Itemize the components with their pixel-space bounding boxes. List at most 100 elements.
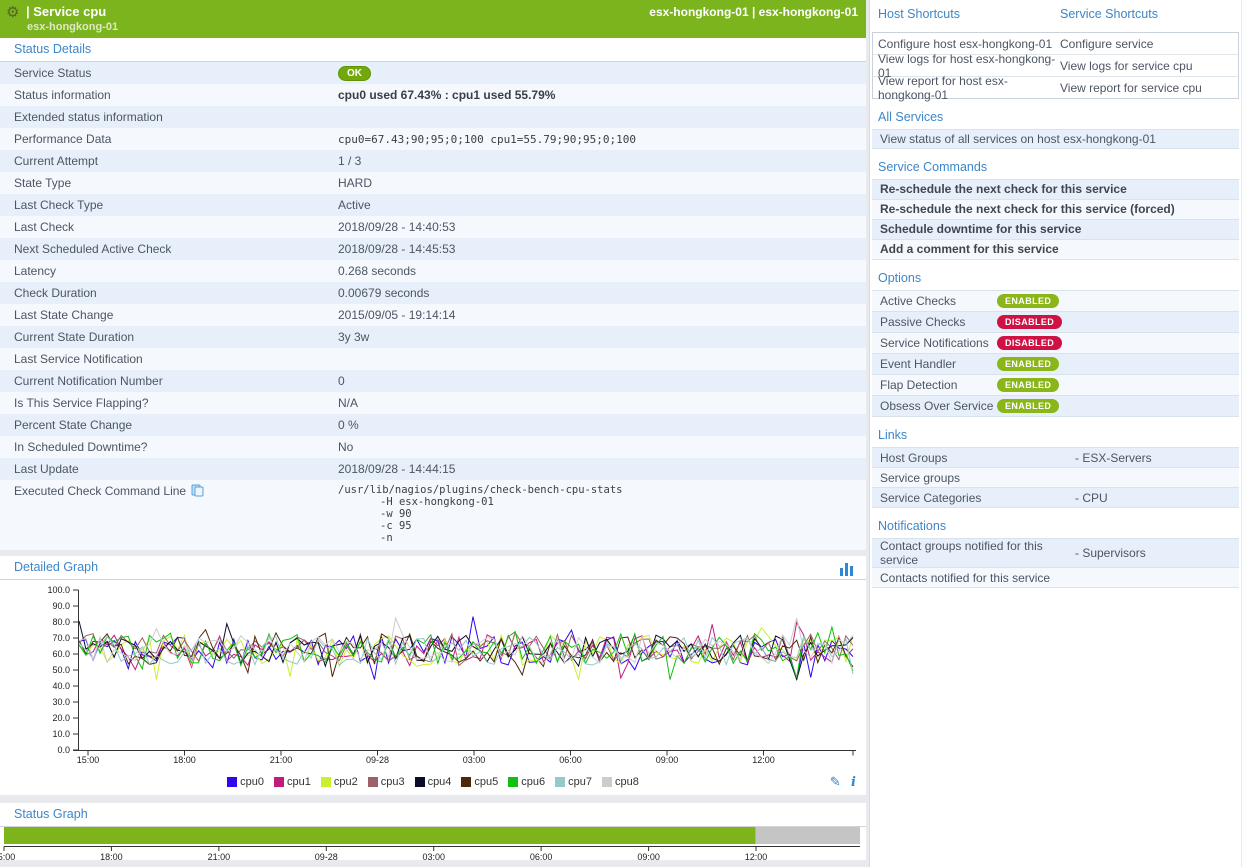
all-services-link[interactable]: View status of all services on host esx-… bbox=[872, 130, 1156, 148]
status-value: cpu0=67.43;90;95;0;100 cpu1=55.79;90;95;… bbox=[338, 133, 866, 146]
graph-actions: ✎ i bbox=[830, 774, 856, 790]
option-label: Passive Checks bbox=[872, 315, 997, 329]
shortcut-service-link[interactable]: Configure service bbox=[1060, 37, 1238, 51]
legend-swatch-cpu5 bbox=[461, 777, 471, 787]
status-label: Last Check Type bbox=[0, 198, 338, 212]
table-row: Is This Service Flapping?N/A bbox=[0, 392, 866, 414]
status-segment-ok bbox=[4, 827, 756, 844]
link-value[interactable]: - ESX-Servers bbox=[1075, 451, 1239, 465]
service-shortcuts-heading: Service Shortcuts bbox=[1060, 7, 1158, 21]
legend-swatch-cpu0 bbox=[227, 777, 237, 787]
link-value[interactable]: - CPU bbox=[1075, 491, 1239, 505]
links-table: Host Groups- ESX-ServersService groupsSe… bbox=[872, 447, 1239, 508]
table-row: Current Notification Number0 bbox=[0, 370, 866, 392]
legend-label: cpu4 bbox=[428, 776, 452, 788]
status-value: OK bbox=[338, 65, 866, 81]
option-label: Active Checks bbox=[872, 294, 997, 308]
options-heading: Options bbox=[878, 271, 1241, 285]
status-label: Next Scheduled Active Check bbox=[0, 242, 338, 256]
page-subtitle: esx-hongkong-01 bbox=[27, 21, 118, 33]
legend-item: cpu5 bbox=[461, 776, 498, 788]
clipboard-icon[interactable] bbox=[191, 484, 204, 497]
service-command-link[interactable]: Re-schedule the next check for this serv… bbox=[872, 180, 1127, 199]
option-state-badge[interactable]: ENABLED bbox=[997, 294, 1059, 308]
options-table: Active ChecksENABLEDPassive ChecksDISABL… bbox=[872, 290, 1239, 417]
status-label: Current Attempt bbox=[0, 154, 338, 168]
service-command-link[interactable]: Schedule downtime for this service bbox=[872, 220, 1081, 239]
svg-text:15:00: 15:00 bbox=[0, 852, 15, 860]
shortcut-host-link[interactable]: Configure host esx-hongkong-01 bbox=[873, 37, 1060, 51]
status-label: Performance Data bbox=[0, 132, 338, 146]
svg-text:15:00: 15:00 bbox=[77, 755, 100, 765]
option-state-badge[interactable]: ENABLED bbox=[997, 378, 1059, 392]
svg-text:09:00: 09:00 bbox=[656, 755, 679, 765]
section-divider bbox=[0, 795, 866, 803]
service-commands-heading: Service Commands bbox=[878, 160, 1241, 174]
status-label: In Scheduled Downtime? bbox=[0, 440, 338, 454]
svg-text:21:00: 21:00 bbox=[270, 755, 293, 765]
status-badge: OK bbox=[338, 66, 371, 81]
table-row: View status of all services on host esx-… bbox=[872, 129, 1239, 149]
command-line: -w 90 bbox=[338, 508, 866, 520]
table-row: Current State Duration3y 3w bbox=[0, 326, 866, 348]
legend-swatch-cpu1 bbox=[274, 777, 284, 787]
status-value: No bbox=[338, 440, 866, 454]
svg-text:10.0: 10.0 bbox=[52, 729, 70, 739]
service-command-link[interactable]: Add a comment for this service bbox=[872, 240, 1059, 259]
table-row: Service Categories- CPU bbox=[872, 488, 1239, 508]
status-value: Active bbox=[338, 198, 866, 212]
table-row: Last Service Notification bbox=[0, 348, 866, 370]
svg-text:90.0: 90.0 bbox=[52, 601, 70, 611]
legend-label: cpu3 bbox=[381, 776, 405, 788]
option-state-badge[interactable]: DISABLED bbox=[997, 336, 1062, 350]
shortcut-host-link[interactable]: View report for host esx-hongkong-01 bbox=[873, 74, 1060, 102]
pencil-icon[interactable]: ✎ bbox=[830, 774, 841, 789]
table-row: In Scheduled Downtime?No bbox=[0, 436, 866, 458]
notification-value[interactable]: - Supervisors bbox=[1075, 546, 1239, 560]
svg-text:18:00: 18:00 bbox=[100, 852, 123, 860]
option-state-badge[interactable]: ENABLED bbox=[997, 357, 1059, 371]
cpu-line-chart[interactable]: 0.010.020.030.040.050.060.070.080.090.01… bbox=[0, 582, 866, 768]
status-timeline-chart[interactable]: 15:0018:0021:0009-2803:0006:0009:0012:00 bbox=[0, 827, 866, 860]
option-row: Active ChecksENABLED bbox=[872, 290, 1239, 312]
table-row: Percent State Change0 % bbox=[0, 414, 866, 436]
option-state-badge[interactable]: DISABLED bbox=[997, 315, 1062, 329]
legend-item: cpu6 bbox=[508, 776, 545, 788]
table-row: Add a comment for this service bbox=[872, 240, 1239, 260]
svg-text:09:00: 09:00 bbox=[637, 852, 660, 860]
chart-legend: cpu0cpu1cpu2cpu3cpu4cpu5cpu6cpu7cpu8 bbox=[222, 776, 644, 790]
info-icon[interactable]: i bbox=[851, 775, 856, 790]
svg-text:50.0: 50.0 bbox=[52, 665, 70, 675]
shortcut-service-link[interactable]: View report for service cpu bbox=[1060, 81, 1238, 95]
status-label: Service Status bbox=[0, 66, 338, 80]
legend-item: cpu7 bbox=[555, 776, 592, 788]
shortcut-service-link[interactable]: View logs for service cpu bbox=[1060, 59, 1238, 73]
table-row: Re-schedule the next check for this serv… bbox=[872, 179, 1239, 200]
status-label: Extended status information bbox=[0, 110, 338, 124]
legend-swatch-cpu4 bbox=[415, 777, 425, 787]
svg-text:21:00: 21:00 bbox=[208, 852, 231, 860]
link-label: Service groups bbox=[872, 471, 1075, 485]
svg-text:80.0: 80.0 bbox=[52, 617, 70, 627]
command-line: -n bbox=[338, 532, 866, 544]
service-command-link[interactable]: Re-schedule the next check for this serv… bbox=[872, 200, 1175, 219]
bar-chart-icon[interactable] bbox=[840, 561, 854, 584]
table-row: Latency0.268 seconds bbox=[0, 260, 866, 282]
status-value: 2018/09/28 - 14:40:53 bbox=[338, 220, 866, 234]
legend-label: cpu8 bbox=[615, 776, 639, 788]
svg-text:20.0: 20.0 bbox=[52, 713, 70, 723]
table-row: Extended status information bbox=[0, 106, 866, 128]
legend-item: cpu1 bbox=[274, 776, 311, 788]
svg-text:09-28: 09-28 bbox=[315, 852, 338, 860]
gear-icon[interactable]: ⚙ bbox=[6, 3, 19, 21]
svg-text:60.0: 60.0 bbox=[52, 649, 70, 659]
option-state-badge[interactable]: ENABLED bbox=[997, 399, 1059, 413]
status-value: 0 % bbox=[338, 418, 866, 432]
status-segment-empty bbox=[756, 827, 860, 844]
links-heading: Links bbox=[878, 428, 1241, 442]
table-row: Performance Datacpu0=67.43;90;95;0;100 c… bbox=[0, 128, 866, 150]
legend-label: cpu7 bbox=[568, 776, 592, 788]
option-row: Service NotificationsDISABLED bbox=[872, 333, 1239, 354]
host-shortcuts-heading: Host Shortcuts bbox=[878, 7, 960, 21]
table-row: Re-schedule the next check for this serv… bbox=[872, 200, 1239, 220]
